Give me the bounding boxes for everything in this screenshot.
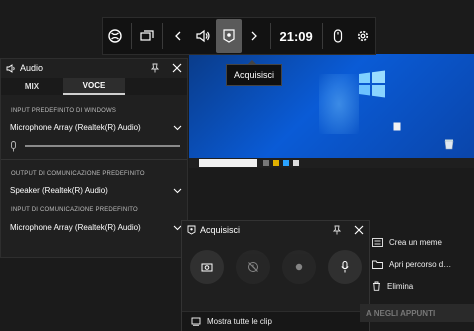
tab-voce[interactable]: VOCE	[63, 78, 125, 95]
delete-item[interactable]: Elimina	[372, 276, 474, 296]
pin-icon[interactable]	[332, 225, 342, 235]
meme-icon	[372, 237, 383, 247]
create-meme-item[interactable]: Crea un meme	[372, 232, 474, 252]
folder-icon	[273, 160, 279, 166]
delete-label: Elimina	[387, 281, 414, 291]
mic-toggle-button[interactable]	[328, 250, 362, 284]
store-icon	[293, 160, 299, 166]
screenshot-button[interactable]	[190, 250, 224, 284]
close-icon[interactable]	[354, 225, 364, 235]
capture-actions	[190, 250, 362, 284]
taskview-icon	[263, 160, 269, 166]
taskbar	[189, 158, 474, 168]
speaker-icon	[6, 63, 15, 73]
widget-menu-button[interactable]	[135, 17, 160, 55]
xbox-icon	[108, 29, 123, 43]
show-all-clips-label: Mostra tutte le clip	[207, 317, 272, 326]
comm-input-select[interactable]: Microphone Array (Realtek(R) Audio)	[10, 223, 182, 232]
widget-menu-icon	[140, 30, 154, 41]
record-dot-icon	[295, 263, 303, 271]
capture-panel: Acquisisci Mostra tutte le clip	[181, 220, 370, 331]
windows-input-select[interactable]: Microphone Array (Realtek(R) Audio)	[10, 123, 182, 132]
chevron-down-icon	[173, 188, 182, 193]
section-label-comm-output: OUTPUT DI COMUNICAZIONE PREDEFINITO	[11, 171, 145, 177]
mic-volume-slider[interactable]	[10, 140, 180, 152]
comm-output-value: Speaker (Realtek(R) Audio)	[10, 186, 108, 195]
create-meme-label: Crea un meme	[389, 237, 442, 247]
section-label-windows-input: INPUT PREDEFINITO DI WINDOWS	[11, 108, 117, 114]
gear-icon	[357, 30, 368, 42]
close-icon[interactable]	[172, 63, 182, 73]
clock: 21:09	[279, 28, 313, 44]
section-label-comm-input: INPUT DI COMUNICAZIONE PREDEFINITO	[11, 207, 138, 213]
audio-panel-header: Audio	[1, 59, 187, 77]
copy-to-clipboard-button[interactable]: A NEGLI APPUNTI	[360, 304, 474, 322]
capture-icon	[223, 29, 235, 43]
separator	[269, 23, 271, 49]
capture-icon	[187, 225, 196, 235]
audio-panel: Audio MIX VOCE INPUT PREDEFINITO DI WIND…	[0, 58, 188, 258]
mouse-icon	[333, 29, 343, 43]
settings-button[interactable]	[350, 17, 375, 55]
camera-icon	[201, 263, 213, 272]
browser-icon	[283, 160, 289, 166]
open-path-label: Apri percorso d…	[389, 259, 452, 269]
audio-tabs: MIX VOCE	[1, 78, 187, 95]
audio-widget-button[interactable]	[191, 17, 216, 55]
taskbar-search-box	[199, 159, 257, 167]
xbox-button[interactable]	[103, 17, 128, 55]
desktop-file-icon	[393, 122, 401, 131]
comm-output-select[interactable]: Speaker (Realtek(R) Audio)	[10, 186, 182, 195]
tab-spacer	[125, 78, 187, 95]
separator	[130, 23, 132, 49]
mouse-button[interactable]	[326, 17, 351, 55]
comm-input-value: Microphone Array (Realtek(R) Audio)	[10, 223, 141, 232]
speaker-icon	[196, 29, 210, 43]
chevron-left-icon	[175, 31, 181, 41]
chevron-right-icon	[251, 31, 258, 41]
recycle-bin-icon	[444, 139, 454, 150]
start-recording-button[interactable]	[282, 250, 316, 284]
microphone-icon	[11, 140, 16, 151]
light-beam	[319, 74, 359, 134]
separator	[162, 23, 164, 49]
capture-panel-title: Acquisisci	[200, 225, 241, 235]
history-icon	[248, 262, 258, 272]
pin-icon[interactable]	[150, 63, 160, 73]
game-bar: 21:09	[102, 17, 376, 55]
audio-panel-title: Audio	[20, 63, 44, 73]
clip-actions-menu: Crea un meme Apri percorso d… Elimina	[372, 232, 474, 298]
record-last-button[interactable]	[236, 250, 270, 284]
windows-input-value: Microphone Array (Realtek(R) Audio)	[10, 123, 141, 132]
open-path-item[interactable]: Apri percorso d…	[372, 254, 474, 274]
scroll-left-button[interactable]	[166, 17, 191, 55]
capture-tooltip: Acquisisci	[226, 60, 283, 86]
divider	[1, 159, 187, 160]
show-all-clips-link[interactable]: Mostra tutte le clip	[182, 311, 369, 331]
mic-volume-track[interactable]	[25, 145, 180, 147]
windows-logo-icon	[359, 70, 385, 98]
folder-icon	[372, 260, 383, 269]
capture-widget-button[interactable]	[215, 19, 242, 53]
microphone-icon	[341, 261, 349, 273]
gallery-icon	[191, 317, 201, 326]
scroll-right-button[interactable]	[242, 17, 267, 55]
capture-panel-header: Acquisisci	[182, 221, 369, 239]
tab-mix[interactable]: MIX	[1, 78, 63, 95]
trash-icon	[373, 281, 380, 291]
separator	[321, 23, 323, 49]
chevron-down-icon	[173, 125, 182, 130]
